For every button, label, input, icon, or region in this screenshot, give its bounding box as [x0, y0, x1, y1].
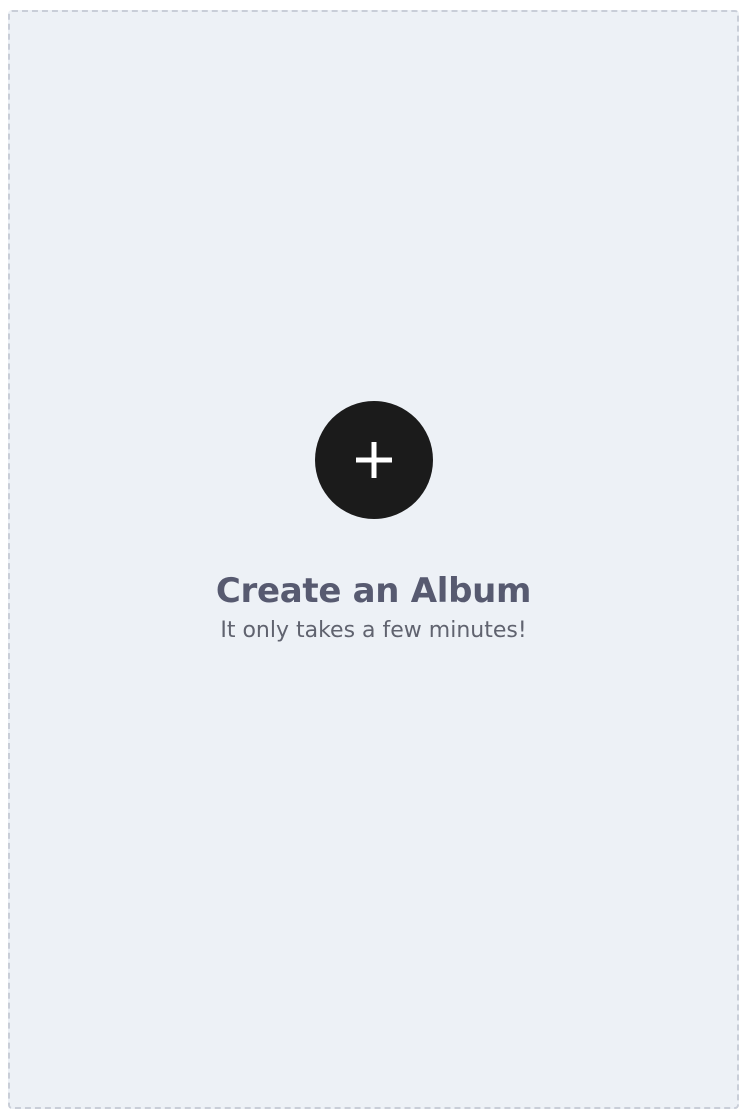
create-album-subtitle: It only takes a few minutes!: [220, 618, 527, 643]
create-album-title: Create an Album: [215, 571, 532, 611]
plus-icon: [350, 436, 398, 484]
create-album-card[interactable]: Create an Album It only takes a few minu…: [8, 10, 739, 1109]
create-album-content: Create an Album It only takes a few minu…: [10, 401, 737, 645]
create-album-button[interactable]: [314, 401, 433, 519]
